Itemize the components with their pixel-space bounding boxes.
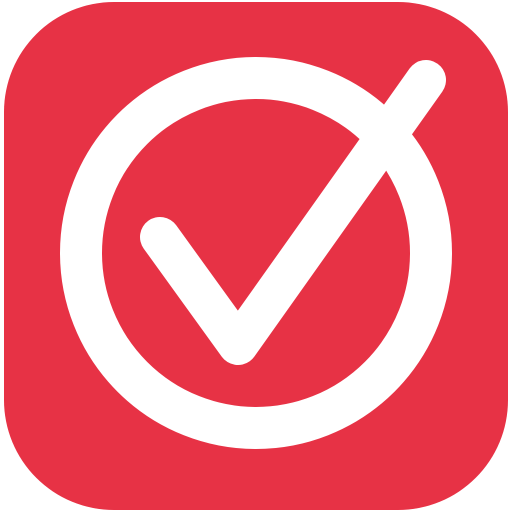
- circle-check-icon: [4, 2, 508, 510]
- app-icon[interactable]: [0, 0, 512, 512]
